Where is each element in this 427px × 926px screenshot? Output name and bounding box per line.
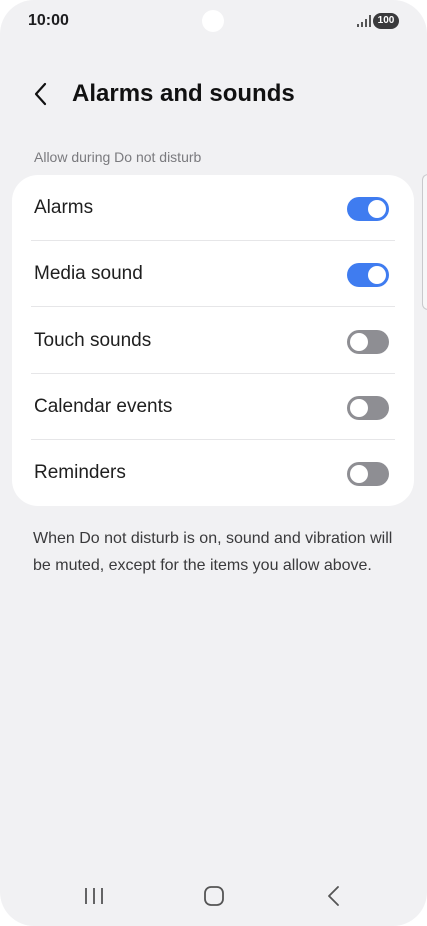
description-text: When Do not disturb is on, sound and vib… — [33, 530, 393, 574]
back-button[interactable] — [28, 78, 56, 110]
signal-icon — [357, 15, 371, 27]
toggle-knob — [368, 266, 386, 284]
toggle-knob — [350, 333, 368, 351]
setting-label: Touch sounds — [34, 330, 152, 351]
toggle-knob — [350, 399, 368, 417]
back-icon — [328, 886, 339, 906]
touch-sounds-toggle[interactable] — [347, 330, 389, 354]
toggle-knob — [350, 465, 368, 483]
section-label: Allow during Do not disturb — [34, 149, 202, 165]
toggle-knob — [368, 200, 386, 218]
reminders-toggle[interactable] — [347, 462, 389, 486]
setting-label: Media sound — [34, 263, 143, 284]
setting-label: Calendar events — [34, 396, 173, 417]
alarms-toggle[interactable] — [347, 197, 389, 221]
recents-icon — [85, 888, 103, 904]
camera-cutout — [202, 10, 224, 32]
media-sound-toggle[interactable] — [347, 263, 389, 287]
nav-back-button[interactable] — [314, 878, 354, 914]
divider — [31, 306, 395, 307]
battery-icon: 100 — [373, 13, 399, 29]
page-title: Alarms and sounds — [72, 80, 295, 107]
nav-home-button[interactable] — [194, 878, 234, 914]
setting-row-calendar-events[interactable]: Calendar events — [12, 374, 414, 440]
calendar-events-toggle[interactable] — [347, 396, 389, 420]
scroll-indicator[interactable] — [422, 174, 427, 310]
nav-recents-button[interactable] — [74, 878, 114, 914]
setting-label: Reminders — [34, 462, 126, 483]
navigation-bar — [0, 870, 427, 920]
screen: 10:00 100 Alarms and sounds Allow during… — [0, 0, 427, 926]
setting-row-reminders[interactable]: Reminders — [12, 440, 414, 506]
setting-row-touch-sounds[interactable]: Touch sounds — [12, 308, 414, 374]
setting-row-alarms[interactable]: Alarms — [12, 175, 414, 241]
home-icon — [204, 886, 224, 906]
status-bar: 10:00 100 — [0, 0, 427, 44]
setting-label: Alarms — [34, 197, 94, 218]
status-time: 10:00 — [28, 12, 69, 29]
settings-card: Alarms Media sound Touch sounds Calendar… — [12, 175, 414, 506]
setting-row-media-sound[interactable]: Media sound — [12, 241, 414, 307]
chevron-left-icon — [34, 82, 47, 106]
